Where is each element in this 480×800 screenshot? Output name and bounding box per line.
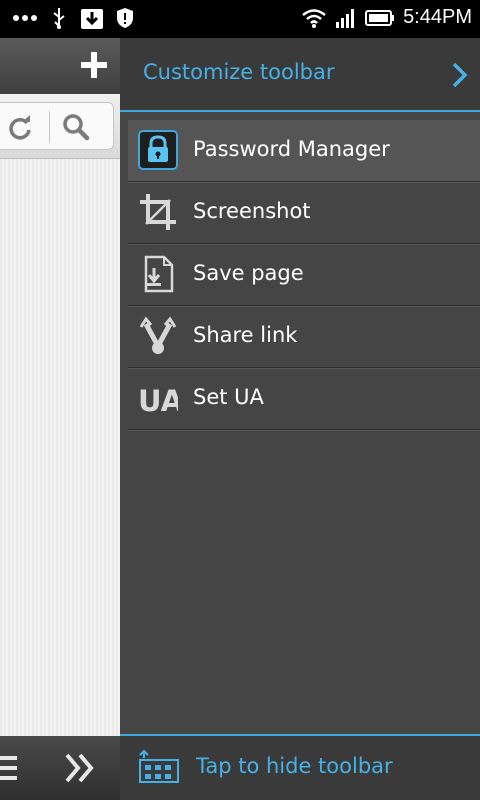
menu-item-label: Set UA — [193, 385, 264, 409]
lock-icon — [138, 130, 178, 170]
footer-label: Tap to hide toolbar — [196, 754, 393, 778]
shield-icon — [117, 8, 133, 28]
status-time: 5:44PM — [403, 6, 472, 28]
reload-icon[interactable] — [5, 113, 35, 143]
toolbar-menu-list: Password Manager Screenshot Save page Sh… — [128, 120, 480, 430]
svg-text:UA: UA — [138, 384, 178, 418]
share-icon — [139, 316, 177, 354]
toolbar-toggle-icon — [139, 750, 179, 783]
browser-bottom-bar — [0, 736, 120, 800]
search-icon[interactable] — [61, 112, 91, 142]
more-dots-icon — [13, 15, 37, 21]
menu-item-label: Share link — [193, 323, 298, 347]
url-bar — [0, 94, 120, 159]
status-bar: 5:44PM — [0, 0, 480, 38]
menu-item-password-manager[interactable]: Password Manager — [128, 120, 480, 182]
download-icon — [81, 9, 103, 29]
hide-toolbar-footer[interactable]: Tap to hide toolbar — [120, 734, 480, 800]
new-tab-plus-icon[interactable] — [78, 49, 110, 81]
menu-icon[interactable] — [0, 752, 20, 784]
signal-icon — [336, 8, 355, 28]
customize-toolbar-panel: Customize toolbar Password Manager Scree… — [120, 38, 480, 800]
menu-item-set-ua[interactable]: UA Set UA — [128, 368, 480, 430]
menu-item-share-link[interactable]: Share link — [128, 306, 480, 368]
save-page-icon — [144, 255, 174, 293]
menu-item-label: Save page — [193, 261, 304, 285]
menu-item-label: Screenshot — [193, 199, 311, 223]
url-bar-divider — [49, 111, 50, 143]
customize-toolbar-header[interactable]: Customize toolbar — [120, 38, 480, 112]
menu-item-label: Password Manager — [193, 137, 390, 161]
panel-title: Customize toolbar — [143, 60, 335, 84]
double-chevron-right-icon[interactable] — [62, 750, 98, 786]
chevron-right-icon[interactable] — [450, 60, 470, 90]
battery-icon — [365, 9, 395, 26]
menu-item-save-page[interactable]: Save page — [128, 244, 480, 306]
usb-icon — [53, 8, 65, 29]
browser-page[interactable] — [0, 38, 120, 800]
tab-bar — [0, 38, 120, 94]
crop-icon — [140, 194, 176, 230]
url-input[interactable] — [0, 102, 114, 150]
ua-icon: UA — [138, 384, 178, 418]
menu-item-screenshot[interactable]: Screenshot — [128, 182, 480, 244]
wifi-icon — [302, 8, 326, 28]
